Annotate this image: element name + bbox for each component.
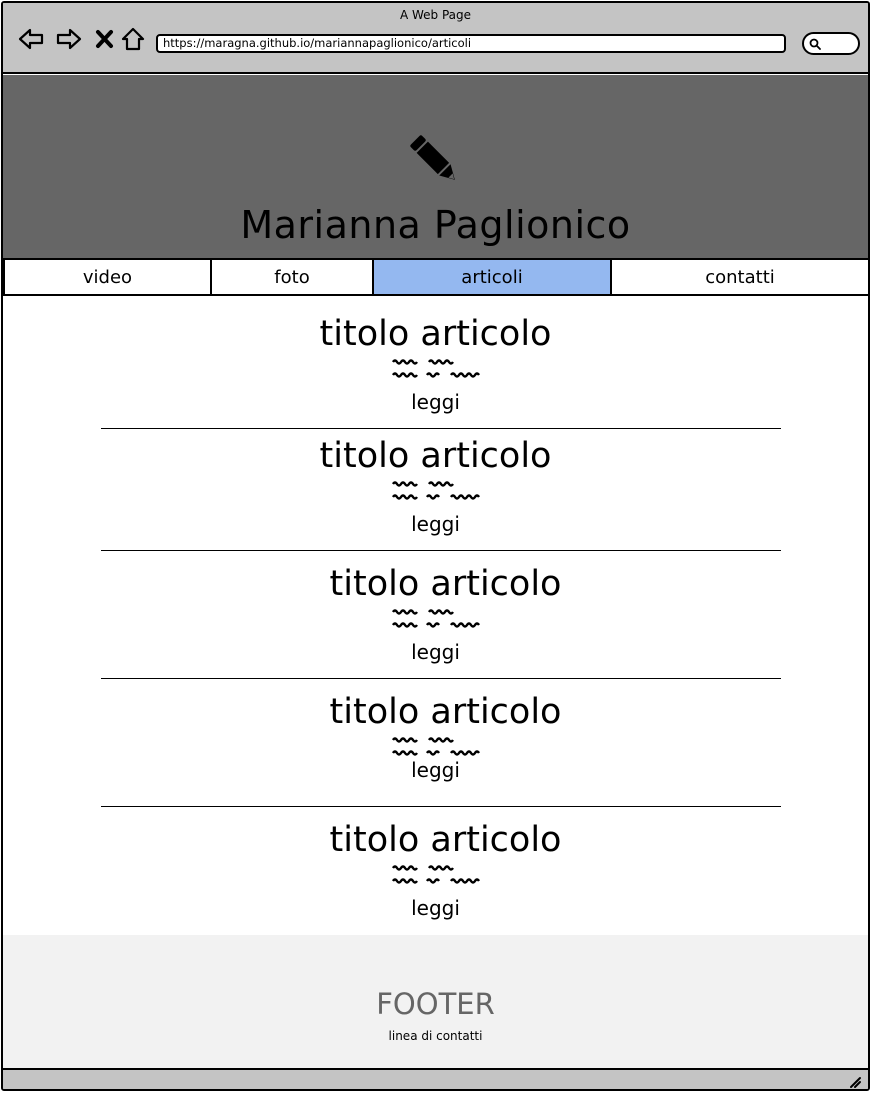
status-bar [3, 1068, 868, 1089]
search-box[interactable] [802, 32, 860, 55]
article-item: titolo articolo leggi [3, 692, 868, 802]
article-item: titolo articolo leggi [3, 436, 868, 546]
article-title: titolo articolo [329, 820, 562, 860]
main-nav: video foto articoli contatti [3, 258, 868, 296]
read-link[interactable]: leggi [3, 640, 868, 664]
home-button[interactable] [119, 25, 147, 53]
article-item: titolo articolo leggi [3, 564, 868, 674]
article-title: titolo articolo [319, 436, 552, 476]
footer-title: FOOTER [376, 987, 495, 1021]
read-link[interactable]: leggi [3, 390, 868, 414]
stop-button[interactable] [91, 25, 119, 53]
address-bar[interactable]: https://maragna.github.io/mariannapaglio… [156, 34, 786, 53]
nav-item-articoli[interactable]: articoli [374, 260, 612, 294]
resize-grip-icon[interactable] [848, 1075, 862, 1089]
text-placeholder-icon [392, 737, 480, 756]
article-item: titolo articolo leggi [3, 314, 868, 424]
article-title: titolo articolo [329, 692, 562, 732]
text-placeholder-icon [392, 481, 480, 500]
home-icon [121, 27, 145, 51]
arrow-right-icon [56, 28, 82, 50]
nav-item-contatti[interactable]: contatti [612, 260, 868, 294]
search-icon [809, 38, 821, 50]
read-link[interactable]: leggi [3, 512, 868, 536]
window-title: A Web Page [399, 8, 472, 22]
article-title: titolo articolo [319, 314, 552, 354]
nav-item-foto[interactable]: foto [212, 260, 374, 294]
site-footer: FOOTER linea di contatti [3, 935, 868, 1068]
read-link[interactable]: leggi [3, 758, 868, 782]
divider [101, 806, 781, 807]
read-link[interactable]: leggi [3, 896, 868, 920]
footer-contacts: linea di contatti [388, 1029, 483, 1043]
close-icon [96, 30, 113, 48]
divider [101, 550, 781, 551]
forward-button[interactable] [55, 25, 83, 53]
divider [101, 678, 781, 679]
article-title: titolo articolo [329, 564, 562, 604]
divider [101, 428, 781, 429]
text-placeholder-icon [392, 609, 480, 628]
site-name: Marianna Paglionico [240, 203, 631, 247]
text-placeholder-icon [392, 865, 480, 884]
article-item: titolo articolo leggi [3, 820, 868, 930]
arrow-left-icon [18, 28, 44, 50]
pencil-icon [410, 135, 455, 180]
back-button[interactable] [17, 25, 45, 53]
browser-toolbar: A Web Page https://maragna.github.io/mar… [3, 3, 868, 74]
browser-window: A Web Page https://maragna.github.io/mar… [1, 1, 870, 1091]
site-header: Marianna Paglionico [3, 75, 868, 258]
text-placeholder-icon [392, 359, 480, 378]
nav-item-video[interactable]: video [5, 260, 212, 294]
